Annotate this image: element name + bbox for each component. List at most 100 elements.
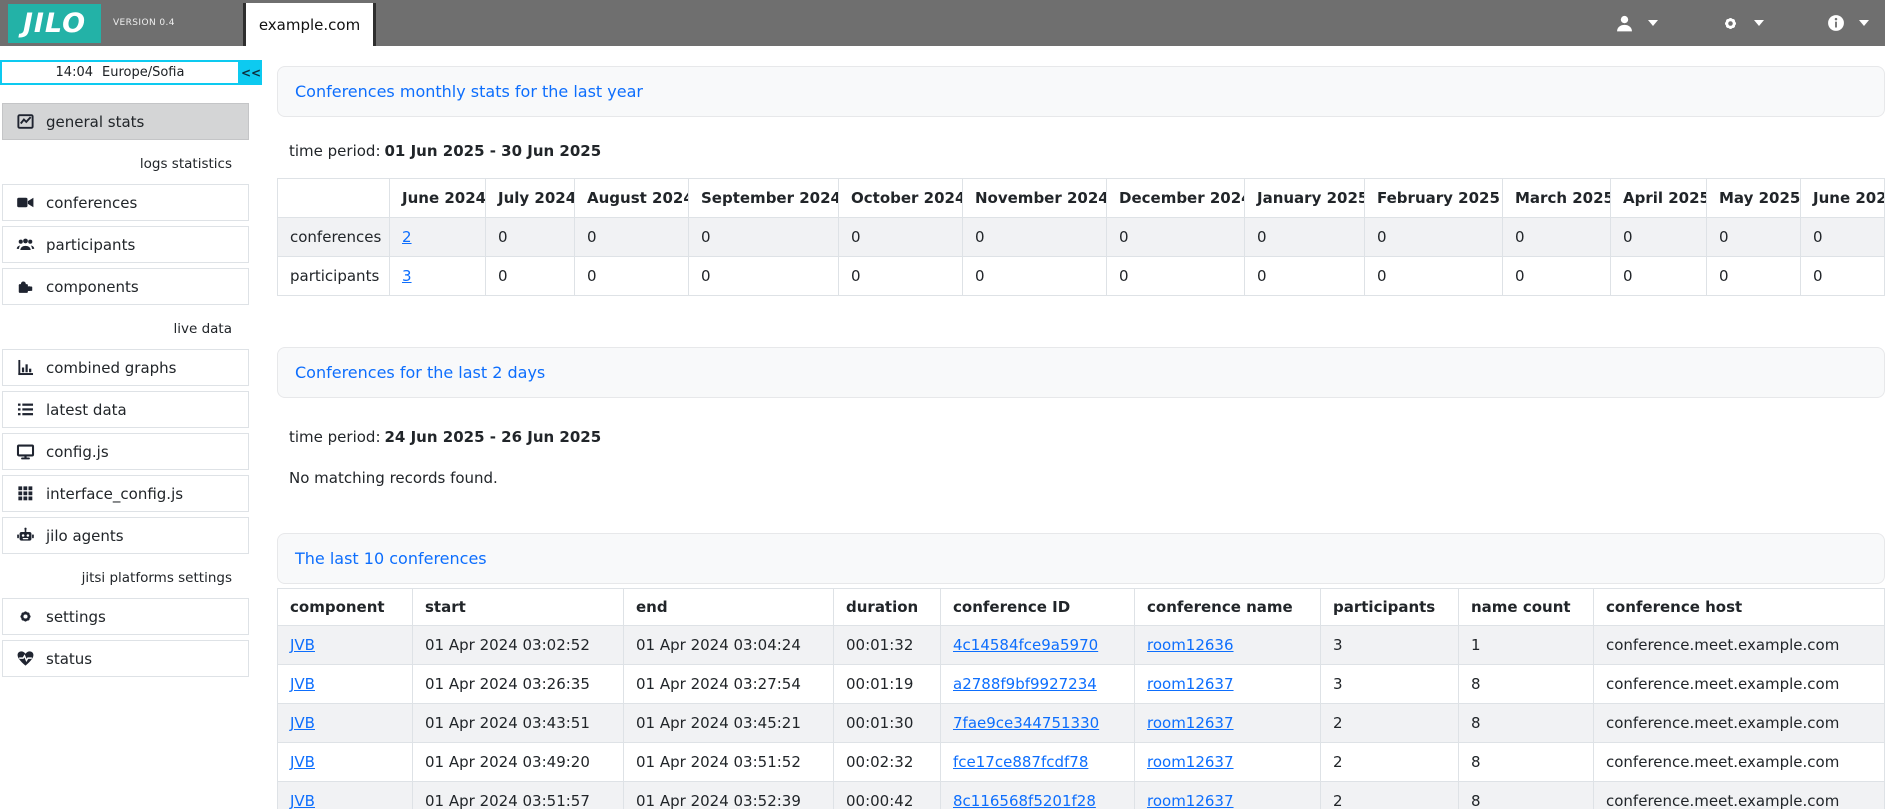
- period-value: 24 Jun 2025 - 26 Jun 2025: [385, 428, 602, 446]
- table-cell: 0: [1107, 218, 1245, 257]
- sidebar-item-latest-data[interactable]: latest data: [2, 391, 249, 428]
- table-row: JVB01 Apr 2024 03:02:5201 Apr 2024 03:04…: [278, 626, 1885, 665]
- sidebar-item-general-stats[interactable]: general stats: [2, 103, 249, 140]
- component-link[interactable]: JVB: [290, 636, 315, 654]
- table-cell: 0: [1801, 257, 1885, 296]
- table-cell: 01 Apr 2024 03:51:52: [624, 743, 834, 782]
- table-cell: 0: [1611, 257, 1707, 296]
- info-menu-toggle[interactable]: [1820, 9, 1875, 37]
- settings-menu-toggle[interactable]: [1714, 9, 1770, 38]
- component-link[interactable]: JVB: [290, 792, 315, 809]
- column-header: end: [624, 589, 834, 626]
- sidebar-item-interface-config-js[interactable]: interface_config.js: [2, 475, 249, 512]
- sidebar-item-conferences[interactable]: conferences: [2, 184, 249, 221]
- table-cell: 8: [1459, 704, 1594, 743]
- jilo-logo[interactable]: JILO: [8, 4, 101, 43]
- table-cell: room12637: [1135, 743, 1321, 782]
- table-cell: conference.meet.example.com: [1594, 665, 1885, 704]
- card-title: Conferences for the last 2 days: [295, 363, 545, 382]
- last10-card-header[interactable]: The last 10 conferences: [277, 533, 1885, 584]
- table-cell: 2: [1321, 704, 1459, 743]
- table-cell: room12637: [1135, 665, 1321, 704]
- user-menu-toggle[interactable]: [1608, 9, 1664, 38]
- last2days-card-header[interactable]: Conferences for the last 2 days: [277, 347, 1885, 398]
- table-row: JVB01 Apr 2024 03:51:5701 Apr 2024 03:52…: [278, 782, 1885, 809]
- period-value: 01 Jun 2025 - 30 Jun 2025: [385, 142, 602, 160]
- app-root: JILO VERSION 0.4 example.com: [0, 0, 1885, 809]
- table-cell: 3: [1321, 665, 1459, 704]
- table-cell: 2: [1321, 782, 1459, 809]
- sidebar-item-status[interactable]: status: [2, 640, 249, 677]
- sidebar-item-jilo-agents[interactable]: jilo agents: [2, 517, 249, 554]
- monthly-stats-card-header[interactable]: Conferences monthly stats for the last y…: [277, 66, 1885, 117]
- column-header: July 2024: [486, 179, 575, 218]
- conference-name-link[interactable]: room12636: [1147, 636, 1234, 654]
- table-cell: 2: [390, 218, 486, 257]
- sidebar-item-config-js[interactable]: config.js: [2, 433, 249, 470]
- table-cell: 8: [1459, 782, 1594, 809]
- bar-chart-icon: [16, 358, 35, 377]
- component-link[interactable]: JVB: [290, 675, 315, 693]
- monthly-count-link[interactable]: 2: [402, 228, 412, 246]
- component-link[interactable]: JVB: [290, 714, 315, 732]
- card-title: Conferences monthly stats for the last y…: [295, 82, 643, 101]
- table-cell: room12637: [1135, 782, 1321, 809]
- table-cell: 8c116568f5201f28: [941, 782, 1135, 809]
- chevron-down-icon: [1648, 20, 1658, 26]
- table-cell: 00:01:19: [834, 665, 941, 704]
- puzzle-icon: [16, 277, 35, 296]
- column-header: November 2024: [963, 179, 1107, 218]
- table-cell: 01 Apr 2024 03:45:21: [624, 704, 834, 743]
- gear-icon: [16, 607, 35, 626]
- sidebar-item-components[interactable]: components: [2, 268, 249, 305]
- sidebar-item-settings[interactable]: settings: [2, 598, 249, 635]
- conference-name-link[interactable]: room12637: [1147, 714, 1234, 732]
- sidebar-item-label: settings: [46, 608, 106, 626]
- table-cell: 01 Apr 2024 03:49:20: [413, 743, 624, 782]
- conference-id-link[interactable]: 7fae9ce344751330: [953, 714, 1099, 732]
- table-cell: 3: [390, 257, 486, 296]
- sidebar-item-combined-graphs[interactable]: combined graphs: [2, 349, 249, 386]
- table-cell: JVB: [278, 782, 413, 809]
- platform-tab[interactable]: example.com: [243, 3, 376, 46]
- table-cell: a2788f9bf9927234: [941, 665, 1135, 704]
- chart-line-icon: [16, 112, 35, 131]
- column-header: duration: [834, 589, 941, 626]
- users-icon: [16, 235, 35, 254]
- column-header: name count: [1459, 589, 1594, 626]
- conference-id-link[interactable]: fce17ce887fcdf78: [953, 753, 1088, 771]
- conference-id-link[interactable]: 8c116568f5201f28: [953, 792, 1096, 809]
- conference-name-link[interactable]: room12637: [1147, 675, 1234, 693]
- table-cell: 00:00:42: [834, 782, 941, 809]
- table-cell: 0: [1801, 218, 1885, 257]
- column-header: October 2024: [839, 179, 963, 218]
- main-content: Conferences monthly stats for the last y…: [277, 46, 1885, 809]
- sidebar-sections: general statslogs statisticsconferencesp…: [0, 103, 262, 677]
- table-cell: 0: [1365, 257, 1503, 296]
- chevron-down-icon: [1754, 20, 1764, 26]
- column-header: conference name: [1135, 589, 1321, 626]
- sidebar-item-label: combined graphs: [46, 359, 176, 377]
- conference-name-link[interactable]: room12637: [1147, 753, 1234, 771]
- monthly-count-link[interactable]: 3: [402, 267, 412, 285]
- sidebar: 14:04 Europe/Sofia << general statslogs …: [0, 46, 262, 809]
- sidebar-section-label-jitsi-platforms-settings: jitsi platforms settings: [0, 570, 262, 586]
- table-cell: 0: [1707, 257, 1801, 296]
- table-cell: room12637: [1135, 704, 1321, 743]
- conference-name-link[interactable]: room12637: [1147, 792, 1234, 809]
- sidebar-item-label: interface_config.js: [46, 485, 183, 503]
- table-cell: 0: [575, 257, 689, 296]
- table-cell: 0: [575, 218, 689, 257]
- table-cell: JVB: [278, 626, 413, 665]
- monitor-icon: [16, 442, 35, 461]
- table-cell: 0: [689, 257, 839, 296]
- sidebar-item-label: jilo agents: [46, 527, 124, 545]
- conference-id-link[interactable]: a2788f9bf9927234: [953, 675, 1097, 693]
- component-link[interactable]: JVB: [290, 753, 315, 771]
- table-cell: 0: [486, 257, 575, 296]
- conference-id-link[interactable]: 4c14584fce9a5970: [953, 636, 1098, 654]
- chevron-down-icon: [1859, 20, 1869, 26]
- sidebar-item-label: config.js: [46, 443, 109, 461]
- sidebar-collapse-button[interactable]: <<: [240, 60, 262, 85]
- sidebar-item-participants[interactable]: participants: [2, 226, 249, 263]
